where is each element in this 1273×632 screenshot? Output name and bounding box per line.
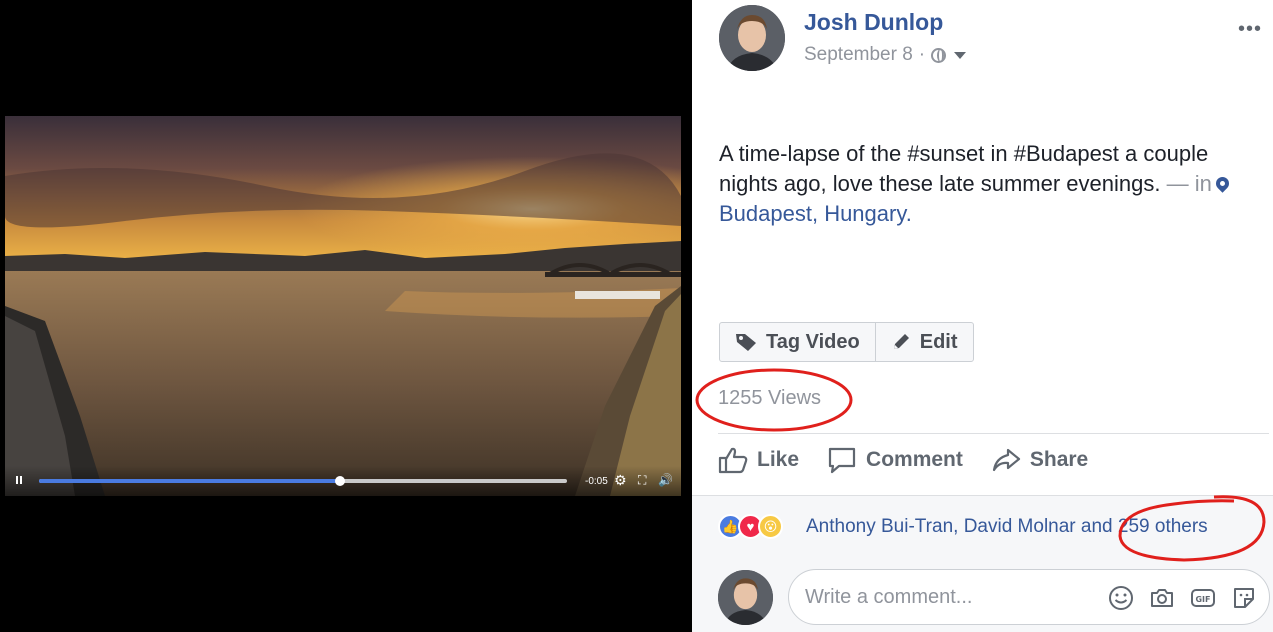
pause-icon[interactable] — [15, 476, 23, 485]
author-name[interactable]: Josh Dunlop — [804, 9, 943, 36]
comment-icon — [828, 447, 856, 474]
location-prefix: — in — [1160, 171, 1212, 196]
share-label: Share — [1029, 448, 1089, 471]
progress-fill — [39, 479, 340, 483]
post-panel: Josh Dunlop September 8 · ••• A time-lap… — [692, 0, 1273, 632]
commenter-avatar[interactable] — [718, 569, 773, 625]
reactors-list[interactable]: Anthony Bui-Tran, David Molnar and 259 o… — [806, 516, 1208, 538]
share-icon — [992, 448, 1020, 472]
wow-reaction-icon: 😮 — [758, 514, 783, 539]
globe-icon — [931, 47, 947, 63]
share-button[interactable]: Share — [991, 446, 1088, 474]
divider-top — [718, 433, 1269, 434]
progress-handle[interactable] — [334, 476, 345, 486]
location-pin-icon — [1213, 174, 1232, 193]
edit-button[interactable]: Edit — [874, 323, 973, 361]
gif-icon[interactable]: GIF — [1189, 584, 1216, 611]
like-label: Like — [757, 448, 800, 471]
comment-row: GIF — [718, 569, 1270, 625]
edit-label: Edit — [919, 330, 958, 353]
thumbs-up-icon — [718, 447, 748, 474]
location-link[interactable]: Budapest, Hungary — [719, 201, 906, 226]
emoji-icon[interactable] — [1107, 584, 1134, 611]
like-button[interactable]: Like — [718, 446, 799, 474]
comment-input-icons: GIF — [1107, 584, 1257, 611]
post-text: A time-lapse of the #sunset in #Budapest… — [719, 139, 1239, 229]
video-pane: -0:05 ⚙ ⛶ 🔊 — [0, 0, 692, 632]
post-actions: Like Comment Share — [718, 446, 1088, 474]
video-controls: -0:05 ⚙ ⛶ 🔊 — [5, 466, 681, 496]
sticker-icon[interactable] — [1230, 584, 1257, 611]
progress-bar[interactable] — [39, 476, 567, 486]
pencil-icon — [891, 332, 911, 352]
svg-text:GIF: GIF — [1195, 595, 1210, 604]
video-action-buttons: Tag Video Edit — [719, 322, 974, 362]
gear-icon[interactable]: ⚙ — [614, 473, 627, 487]
comment-button[interactable]: Comment — [827, 446, 963, 474]
reaction-icons[interactable]: 👍 ♥ 😮 — [718, 514, 783, 539]
fullscreen-icon[interactable]: ⛶ — [638, 473, 646, 487]
views-count: 1255 Views — [718, 387, 822, 409]
comment-box[interactable]: GIF — [788, 569, 1270, 625]
location-suffix: . — [905, 201, 912, 226]
video-player[interactable]: -0:05 ⚙ ⛶ 🔊 — [5, 116, 681, 496]
post-caption: A time-lapse of the #sunset in #Budapest… — [719, 141, 1209, 196]
volume-icon[interactable]: 🔊 — [658, 473, 673, 487]
more-options-icon[interactable]: ••• — [1238, 19, 1262, 39]
tag-icon — [735, 332, 757, 352]
post-meta: September 8 · — [804, 44, 967, 66]
time-remaining: -0:05 — [585, 476, 608, 487]
tag-video-label: Tag Video — [766, 330, 860, 353]
reactions-section: 👍 ♥ 😮 Anthony Bui-Tran, David Molnar and… — [692, 495, 1273, 632]
comment-label: Comment — [866, 448, 963, 471]
author-avatar[interactable] — [719, 5, 785, 71]
camera-icon[interactable] — [1148, 584, 1175, 611]
video-frame — [5, 116, 681, 496]
comment-input[interactable] — [805, 585, 1085, 609]
meta-separator: · — [918, 44, 926, 65]
post-date[interactable]: September 8 — [804, 44, 913, 66]
chevron-down-icon[interactable] — [954, 51, 967, 59]
tag-video-button[interactable]: Tag Video — [720, 323, 875, 361]
